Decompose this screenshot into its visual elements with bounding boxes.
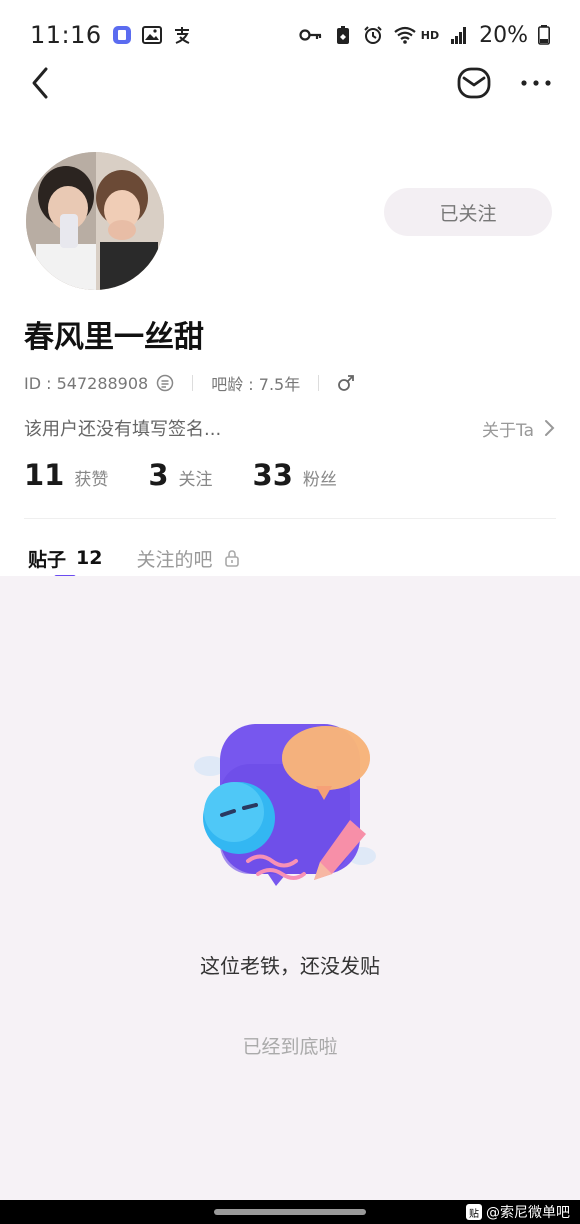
stat-fans[interactable]: 33 粉丝 bbox=[253, 458, 337, 492]
stat-number: 11 bbox=[24, 458, 65, 492]
status-right: HD 20% bbox=[299, 23, 550, 48]
tab-posts[interactable]: 贴子 12 bbox=[28, 545, 103, 580]
stat-label: 关注 bbox=[178, 470, 213, 490]
meta-row: ID : 547288908 吧龄 : 7.5年 bbox=[24, 370, 355, 396]
status-time: 11:16 bbox=[30, 21, 102, 49]
bar-age: 吧龄 : 7.5年 bbox=[211, 375, 301, 394]
stat-label: 粉丝 bbox=[302, 470, 337, 490]
username: 春风里一丝甜 bbox=[24, 320, 204, 355]
empty-state-illustration bbox=[194, 724, 376, 886]
tab-followed-bars[interactable]: 关注的吧 bbox=[136, 545, 240, 572]
gallery-icon bbox=[141, 26, 162, 44]
home-indicator[interactable] bbox=[214, 1209, 366, 1215]
stat-label: 获赞 bbox=[74, 470, 109, 490]
key-icon bbox=[299, 29, 321, 41]
battery-icon bbox=[538, 25, 550, 45]
watermark-text: @索尼微单吧 bbox=[486, 1205, 570, 1221]
stat-number: 33 bbox=[252, 458, 293, 492]
battery-percent: 20% bbox=[479, 22, 528, 48]
status-left: 11:16 bbox=[30, 21, 192, 49]
network-type: HD bbox=[420, 28, 440, 42]
follow-button[interactable]: 已关注 bbox=[384, 188, 552, 236]
divider bbox=[24, 518, 556, 519]
stats-row: 11 获赞 3 关注 33 粉丝 bbox=[24, 458, 337, 498]
end-of-list-text: 已经到底啦 bbox=[242, 1036, 338, 1058]
back-icon[interactable] bbox=[26, 66, 56, 100]
chevron-right-icon bbox=[545, 420, 555, 436]
user-id: ID : 547288908 bbox=[24, 373, 149, 393]
profile-tabs: 贴子 12 关注的吧 bbox=[28, 538, 240, 580]
alipay-icon bbox=[174, 27, 190, 44]
bio-text: 该用户还没有填写签名... bbox=[24, 419, 222, 440]
empty-state-title: 这位老铁，还没发贴 bbox=[200, 954, 380, 978]
lock-icon bbox=[225, 550, 240, 567]
stat-number: 3 bbox=[148, 458, 169, 492]
watermark-badge: 贴 bbox=[466, 1204, 482, 1220]
wifi-icon bbox=[394, 26, 416, 44]
meta-divider bbox=[192, 375, 194, 391]
tieba-app-icon bbox=[112, 26, 131, 44]
more-icon[interactable] bbox=[518, 68, 554, 98]
bottom-navigation-bar: 贴 @索尼微单吧 bbox=[0, 1200, 580, 1224]
tab-followed-bars-label: 关注的吧 bbox=[136, 548, 213, 571]
alarm-icon bbox=[364, 26, 382, 44]
copy-id-icon[interactable] bbox=[156, 374, 174, 392]
male-icon bbox=[338, 375, 355, 391]
stat-likes[interactable]: 11 获赞 bbox=[24, 458, 108, 492]
tab-posts-label: 贴子 bbox=[28, 548, 67, 571]
avatar-photo bbox=[26, 152, 164, 290]
about-label: 关于Ta bbox=[482, 420, 534, 441]
posts-content: 这位老铁，还没发贴 已经到底啦 bbox=[0, 576, 580, 1200]
bio-row: 该用户还没有填写签名... 关于Ta bbox=[24, 414, 556, 442]
avatar[interactable] bbox=[26, 152, 164, 290]
message-icon[interactable] bbox=[456, 66, 492, 100]
watermark: 贴 @索尼微单吧 bbox=[466, 1202, 570, 1222]
battery-saver-icon bbox=[336, 26, 349, 44]
signal-icon bbox=[451, 27, 467, 44]
tab-posts-count: 12 bbox=[76, 547, 103, 569]
meta-divider bbox=[318, 375, 320, 391]
about-link[interactable]: 关于Ta bbox=[482, 416, 556, 441]
top-nav bbox=[0, 60, 580, 106]
stat-following[interactable]: 3 关注 bbox=[148, 458, 212, 492]
